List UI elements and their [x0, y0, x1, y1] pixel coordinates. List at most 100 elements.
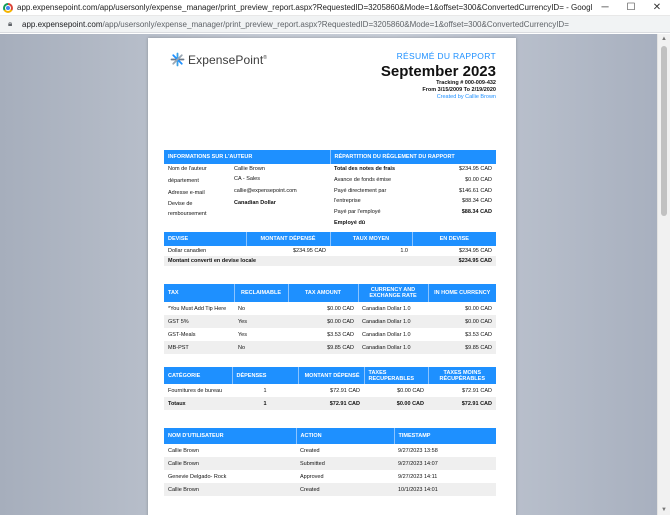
vertical-scrollbar[interactable]: ▲ ▼	[657, 34, 670, 515]
table-row: Fournitures de bureau 1 $72.91 CAD $0.00…	[164, 384, 496, 397]
table-row: *You Must Add Tip Here No $0.00 CAD Cana…	[164, 302, 496, 315]
scroll-up-icon[interactable]: ▲	[661, 36, 667, 42]
cell: Dollar canadien	[168, 248, 207, 254]
scroll-down-icon[interactable]: ▼	[661, 507, 667, 513]
table-row: MB-PST No $9.85 CAD Canadian Dollar 1.0 …	[164, 341, 496, 354]
lock-icon: 🔒︎	[8, 19, 13, 28]
table-row: Dollar canadien $234.95 CAD 1.0 $234.95 …	[164, 246, 496, 256]
col-home-currency: IN HOME CURRENCY	[428, 284, 496, 302]
col-action: ACTION	[296, 428, 395, 444]
col-taxes-moins: TAXES MOINS RÉCUPÉRABLES	[428, 367, 496, 384]
cell: $0.00 CAD	[364, 397, 428, 410]
cell: Callie Brown	[168, 447, 199, 454]
audit-trail-table: NOM D'UTILISATEUR ACTION TIMESTAMP Calli…	[164, 428, 496, 496]
cell: Approved	[300, 473, 324, 480]
cell: 9/27/2023 14:07	[394, 457, 496, 470]
table-row: GST-Meals Yes $3.53 CAD Canadian Dollar …	[164, 328, 496, 341]
currency-label: Devise de	[168, 201, 193, 207]
cell: $234.95 CAD	[458, 248, 492, 254]
cell: $9.85 CAD	[288, 341, 358, 354]
company-value-2: $88.34 CAD	[462, 198, 492, 204]
dept-label: département	[168, 178, 199, 184]
col-taux: TAUX MOYEN	[330, 232, 413, 246]
address-bar[interactable]: 🔒︎ app.expensepoint.com/app/usersonly/ex…	[0, 16, 670, 33]
col-en-devise: EN DEVISE	[412, 232, 496, 246]
maximize-button[interactable]: ☐	[618, 0, 644, 16]
col-exchange-rate: CURRENCY AND EXCHANGE RATE	[358, 284, 429, 302]
company-value: $146.61 CAD	[458, 188, 492, 194]
currency-label-2: remboursement	[168, 211, 207, 217]
advance-value: $0.00 CAD	[465, 177, 492, 183]
close-button[interactable]: ✕	[644, 0, 670, 16]
cell: Created	[300, 447, 320, 454]
table-total-row: Totaux 1 $72.91 CAD $0.00 CAD $72.91 CAD	[164, 397, 496, 410]
expensepoint-logo: ExpensePoint®	[170, 52, 267, 67]
created-by: Created by Callie Brown	[436, 94, 496, 100]
report-month: September 2023	[380, 63, 496, 80]
employee-label: Payé par l'employé	[334, 209, 381, 215]
scrollbar-thumb[interactable]	[661, 46, 667, 216]
cell: $234.95 CAD	[412, 256, 496, 266]
currency-value: Canadian Dollar	[234, 200, 276, 206]
employee-value: $88.34 CAD	[461, 209, 492, 215]
col-montant: MONTANT DÉPENSÉ	[246, 232, 331, 246]
col-taxes-recuperables: TAXES RECUPERABLES	[364, 367, 429, 384]
report-header: RÉSUMÉ DU RAPPORT September 2023 Trackin…	[381, 51, 496, 101]
url-text[interactable]: app.expensepoint.com/app/usersonly/expen…	[22, 20, 569, 29]
total-label: Total des notes de frais	[334, 166, 396, 172]
table-total-row: Montant converti en devise locale $234.9…	[164, 256, 496, 266]
logo-text: ExpensePoint®	[188, 52, 268, 67]
window-title-bar: app.expensepoint.com/app/usersonly/expen…	[0, 0, 670, 16]
cell: Genevie Delgado- Rock	[168, 473, 227, 480]
advance-label: Avance de fonds émise	[334, 177, 392, 183]
cell: 9/27/2023 14:11	[398, 473, 438, 480]
cell: GST 5%	[164, 315, 234, 328]
cell: No	[234, 341, 288, 354]
cell: Callie Brown	[164, 457, 296, 470]
col-reclaimable: RECLAIMABLE	[234, 284, 289, 302]
author-info-table: INFORMATIONS SUR L'AUTEUR RÉPARTITION DU…	[164, 150, 496, 164]
author-info-header: INFORMATIONS SUR L'AUTEUR	[164, 150, 331, 164]
date-range: From 3/15/2009 To 2/19/2020	[422, 87, 496, 93]
cell: GST-Meals	[168, 331, 196, 338]
logo-star-icon	[170, 52, 185, 67]
cell: Canadian Dollar 1.0	[358, 341, 428, 354]
cell: $0.00 CAD	[327, 305, 354, 312]
settlement-header: RÉPARTITION DU RÈGLEMENT DU RAPPORT	[330, 150, 496, 164]
dept-value: CA - Sales	[234, 176, 260, 182]
author-label: Nom de l'auteur	[168, 166, 207, 172]
category-table: CATÉGORIE DÉPENSES MONTANT DÉPENSÉ TAXES…	[164, 367, 496, 410]
company-label-2: l'entreprise	[334, 198, 361, 204]
cell: $0.00 CAD	[288, 315, 358, 328]
table-row: Genevie Delgado- Rock Approved 9/27/2023…	[164, 470, 496, 483]
tracking-number: Tracking # 000-009-432	[436, 80, 496, 86]
cell: Created	[296, 483, 394, 496]
minimize-button[interactable]: ─	[592, 0, 618, 16]
cell: 10/1/2023 14:01	[394, 483, 496, 496]
email-label: Adresse e-mail	[168, 190, 205, 196]
table-row: Callie Brown Submitted 9/27/2023 14:07	[164, 457, 496, 470]
cell: Canadian Dollar 1.0	[362, 305, 411, 312]
cell: 1.0	[400, 248, 408, 254]
window-title: app.expensepoint.com/app/usersonly/expen…	[17, 3, 592, 12]
chrome-icon	[3, 2, 13, 13]
table-row: GST 5% Yes $0.00 CAD Canadian Dollar 1.0…	[164, 315, 496, 328]
table-row: Callie Brown Created 10/1/2023 14:01	[164, 483, 496, 496]
col-tax: TAX	[164, 284, 235, 302]
cell: $0.00 CAD	[428, 315, 496, 328]
cell: $72.91 CAD	[462, 387, 492, 394]
author-info-body: Nom de l'auteur Callie Brown département…	[164, 165, 496, 227]
report-title: RÉSUMÉ DU RAPPORT	[396, 51, 496, 61]
tax-table: TAX RECLAIMABLE TAX AMOUNT CURRENCY AND …	[164, 284, 496, 354]
col-username: NOM D'UTILISATEUR	[164, 428, 297, 444]
cell: Submitted	[296, 457, 394, 470]
currency-table: DEVISE MONTANT DÉPENSÉ TAUX MOYEN EN DEV…	[164, 232, 496, 266]
cell: $234.95 CAD	[292, 248, 326, 254]
cell: Yes	[234, 315, 288, 328]
cell: $0.00 CAD	[465, 305, 492, 312]
company-label: Payé directement par	[334, 188, 387, 194]
cell: Canadian Dollar 1.0	[362, 331, 411, 338]
table-row: Callie Brown Created 9/27/2023 13:58	[164, 444, 496, 457]
col-devise: DEVISE	[164, 232, 247, 246]
cell: No	[238, 305, 246, 312]
